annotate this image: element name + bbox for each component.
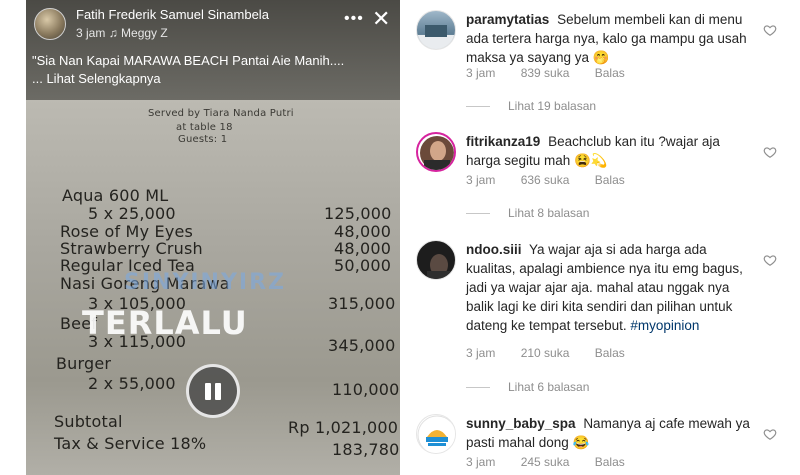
view-replies-button[interactable]: Lihat 19 balasan <box>466 99 596 113</box>
avatar-image <box>427 254 451 279</box>
comment-username[interactable]: fitrikanza19 <box>466 134 540 149</box>
reply-button[interactable]: Balas <box>595 173 625 187</box>
avatar[interactable] <box>416 132 456 172</box>
receipt-item: Subtotal <box>54 412 123 431</box>
receipt-item: Aqua 600 ML <box>62 186 169 205</box>
comment-time: 3 jam <box>466 173 496 187</box>
comment-body: paramytatias Sebelum membeli kan di menu… <box>466 10 758 67</box>
pause-icon <box>215 383 221 400</box>
audio-name[interactable]: Meggy Z <box>121 26 168 40</box>
receipt-header-line: Served by Tiara Nanda Putri <box>148 108 294 119</box>
comment-likes[interactable]: 210 suka <box>521 346 570 360</box>
comment-meta: 3 jam 245 suka Balas <box>466 455 647 469</box>
reply-button[interactable]: Balas <box>595 346 625 360</box>
watermark-text: SINYINYIRZ <box>124 270 286 295</box>
author-name[interactable]: Fatih Frederik Samuel Sinambela <box>76 7 269 22</box>
post-time: 3 jam <box>76 26 106 40</box>
more-horizontal-icon[interactable]: ••• <box>344 10 364 28</box>
comment-body: sunny_baby_spa Namanya aj cafe mewah ya … <box>466 414 758 452</box>
comment-meta: 3 jam 636 suka Balas <box>466 173 647 187</box>
view-replies-label: Lihat 19 balasan <box>508 99 597 113</box>
receipt-item: Tax & Service 18% <box>54 434 207 453</box>
music-note-icon: ♫ <box>108 26 122 40</box>
receipt-amount: 125,000 <box>324 204 392 223</box>
pause-icon <box>205 383 211 400</box>
comment-body: fitrikanza19 Beachclub kan itu ?wajar aj… <box>466 132 758 170</box>
avatar-image <box>417 25 455 49</box>
comment-likes[interactable]: 636 suka <box>521 173 570 187</box>
see-more-link[interactable]: ... Lihat Selengkapnya <box>32 70 394 88</box>
comment-likes[interactable]: 245 suka <box>521 455 570 469</box>
reply-button[interactable]: Balas <box>595 66 625 80</box>
receipt-amount: 183,780 <box>332 440 400 459</box>
avatar[interactable] <box>416 414 456 454</box>
post-caption: "Sia Nan Kapai MARAWA BEACH Pantai Aie M… <box>32 52 394 88</box>
receipt-header-line: at table 18 <box>176 122 233 133</box>
video-post[interactable]: Served by Tiara Nanda Putri at table 18 … <box>26 0 400 475</box>
comment-time: 3 jam <box>466 455 496 469</box>
comment-username[interactable]: paramytatias <box>466 12 549 27</box>
receipt-amount: 110,000 <box>332 380 400 399</box>
view-replies-label: Lihat 8 balasan <box>508 206 590 220</box>
heart-icon[interactable] <box>763 145 777 159</box>
receipt-amount: 345,000 <box>328 336 396 355</box>
avatar-image <box>420 136 454 170</box>
comment-time: 3 jam <box>466 346 496 360</box>
receipt-amount: 315,000 <box>328 294 396 313</box>
comment-time: 3 jam <box>466 66 496 80</box>
receipt-amount: 50,000 <box>334 256 392 275</box>
avatar[interactable] <box>416 10 456 50</box>
caption-text: "Sia Nan Kapai MARAWA BEACH Pantai Aie M… <box>32 53 345 68</box>
reply-button[interactable]: Balas <box>595 455 625 469</box>
receipt-item: 2 x 55,000 <box>88 374 176 393</box>
view-replies-label: Lihat 6 balasan <box>508 380 590 394</box>
view-replies-button[interactable]: Lihat 6 balasan <box>466 380 589 394</box>
view-replies-button[interactable]: Lihat 8 balasan <box>466 206 589 220</box>
hashtag-link[interactable]: #myopinion <box>630 318 699 333</box>
heart-icon[interactable] <box>763 427 777 441</box>
receipt-amount: Rp 1,021,000 <box>288 418 399 437</box>
receipt-header-line: Guests: 1 <box>178 134 228 145</box>
divider <box>466 387 490 389</box>
heart-icon[interactable] <box>763 253 777 267</box>
divider <box>466 106 490 108</box>
avatar-image <box>417 415 455 453</box>
avatar[interactable] <box>416 240 456 280</box>
comment-likes[interactable]: 839 suka <box>521 66 570 80</box>
heart-icon[interactable] <box>763 23 777 37</box>
comment-username[interactable]: ndoo.siii <box>466 242 522 257</box>
post-header-overlay: Fatih Frederik Samuel Sinambela 3 jam ♫ … <box>26 0 400 100</box>
avatar[interactable] <box>34 8 66 40</box>
close-icon[interactable]: ✕ <box>372 6 390 32</box>
comment-body: ndoo.siii Ya wajar aja si ada harga ada … <box>466 240 758 335</box>
divider <box>466 213 490 215</box>
video-overlay-text: TERLALU <box>82 304 248 342</box>
post-meta: 3 jam ♫ Meggy Z <box>76 26 168 40</box>
receipt-item: Burger <box>56 354 112 373</box>
pause-button[interactable] <box>186 364 240 418</box>
comments-panel: paramytatias Sebelum membeli kan di menu… <box>400 0 800 475</box>
comment-meta: 3 jam 210 suka Balas <box>466 346 647 360</box>
comment-meta: 3 jam 839 suka Balas <box>466 66 647 80</box>
comment-username[interactable]: sunny_baby_spa <box>466 416 576 431</box>
receipt-item: 5 x 25,000 <box>88 204 176 223</box>
